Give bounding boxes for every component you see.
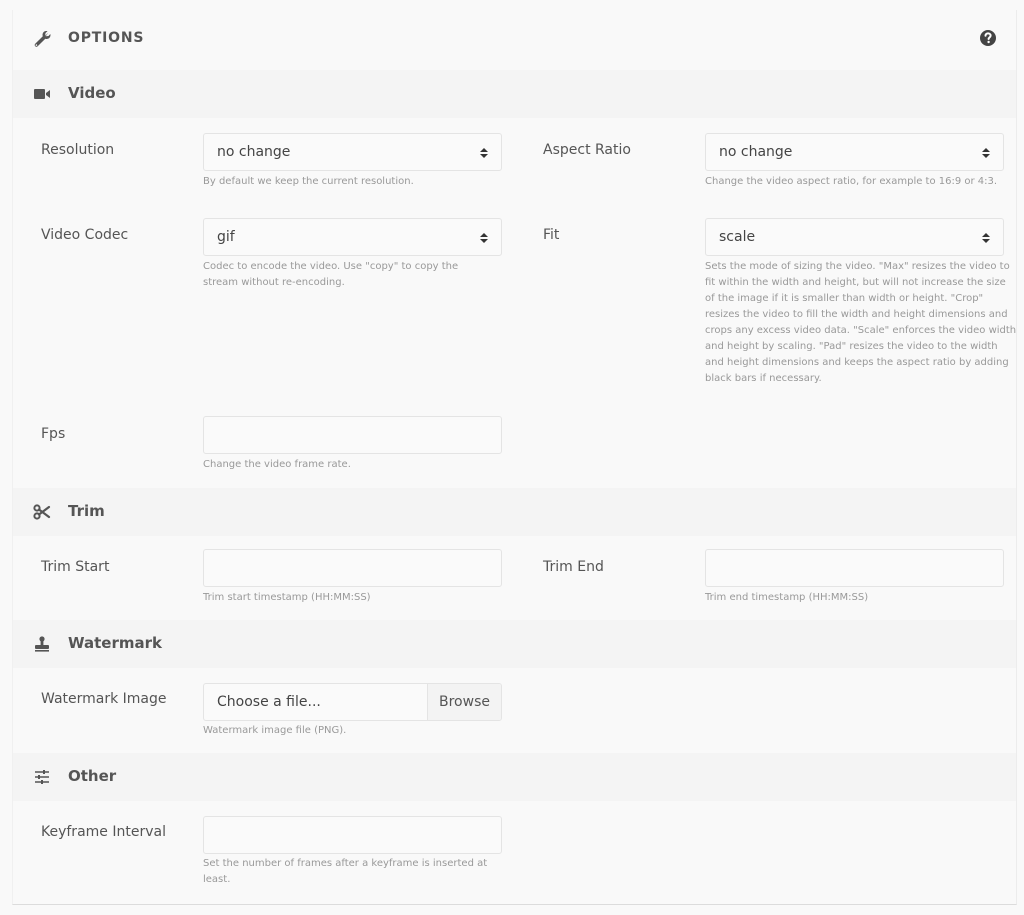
scissors-icon <box>33 504 51 520</box>
resolution-select[interactable]: no change <box>203 133 502 171</box>
watermark-image-help: Watermark image file (PNG). <box>203 725 347 736</box>
section-other-title: Other <box>68 767 117 785</box>
select-caret-icon <box>480 148 488 158</box>
watermark-image-label: Watermark Image <box>41 691 167 707</box>
aspect-ratio-help: Change the video aspect ratio, for examp… <box>705 176 998 187</box>
wrench-icon <box>34 31 51 47</box>
fps-label: Fps <box>41 426 66 442</box>
video-codec-label: Video Codec <box>41 227 129 243</box>
trim-end-help: Trim end timestamp (HH:MM:SS) <box>705 592 869 603</box>
video-codec-value: gif <box>217 229 235 245</box>
section-trim-title: Trim <box>68 502 105 520</box>
video-camera-icon <box>34 89 50 99</box>
watermark-image-placeholder: Choose a file... <box>217 694 321 710</box>
fit-select[interactable]: scale <box>705 218 1004 256</box>
section-trim: Trim <box>13 488 1016 536</box>
trim-start-input[interactable] <box>203 549 502 587</box>
fit-value: scale <box>719 229 756 245</box>
resolution-label: Resolution <box>41 142 115 158</box>
fit-help: Sets the mode of sizing the video. "Max"… <box>705 261 1017 384</box>
section-video: Video <box>13 70 1016 118</box>
section-watermark: Watermark <box>13 620 1016 668</box>
watermark-image-file-input[interactable]: Choose a file... Browse <box>203 683 502 721</box>
section-other: Other <box>13 753 1016 801</box>
options-title: OPTIONS <box>68 30 145 46</box>
aspect-ratio-select[interactable]: no change <box>705 133 1004 171</box>
resolution-help: By default we keep the current resolutio… <box>203 176 414 187</box>
fps-input[interactable] <box>203 416 502 454</box>
options-header: OPTIONS <box>13 10 1016 70</box>
keyframe-interval-label: Keyframe Interval <box>41 824 166 840</box>
browse-button[interactable]: Browse <box>427 684 501 720</box>
section-video-title: Video <box>68 84 116 102</box>
keyframe-interval-input[interactable] <box>203 816 502 854</box>
section-watermark-title: Watermark <box>68 634 162 652</box>
video-codec-help: Codec to encode the video. Use "copy" to… <box>203 261 459 288</box>
select-caret-icon <box>982 148 990 158</box>
select-caret-icon <box>982 233 990 243</box>
resolution-value: no change <box>217 144 291 160</box>
sliders-icon <box>35 770 49 784</box>
trim-end-label: Trim End <box>543 559 604 575</box>
trim-end-input[interactable] <box>705 549 1004 587</box>
trim-start-label: Trim Start <box>41 559 110 575</box>
select-caret-icon <box>480 233 488 243</box>
fit-label: Fit <box>543 227 560 243</box>
options-panel: OPTIONS Video Resolution no change By de… <box>12 10 1017 905</box>
question-circle-icon[interactable] <box>979 29 997 47</box>
trim-start-help: Trim start timestamp (HH:MM:SS) <box>203 592 371 603</box>
video-codec-select[interactable]: gif <box>203 218 502 256</box>
stamp-icon <box>35 636 49 652</box>
aspect-ratio-label: Aspect Ratio <box>543 142 631 158</box>
keyframe-interval-help: Set the number of frames after a keyfram… <box>203 858 488 885</box>
aspect-ratio-value: no change <box>719 144 793 160</box>
fps-help: Change the video frame rate. <box>203 459 351 470</box>
